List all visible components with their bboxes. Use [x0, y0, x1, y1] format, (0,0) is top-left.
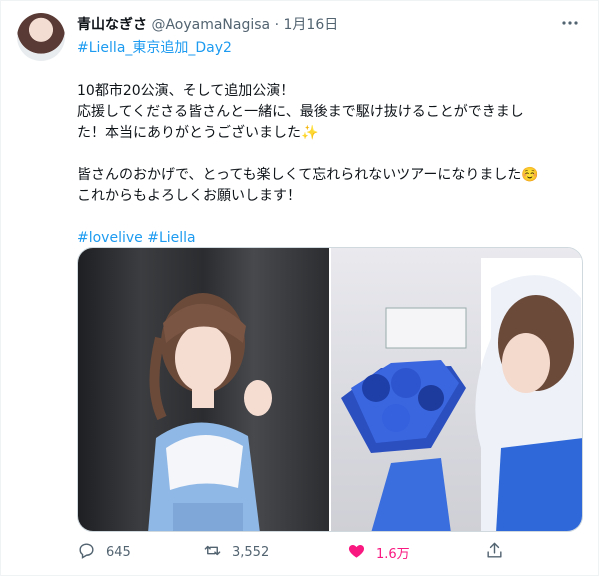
tweet-date[interactable]: 1月16日 — [284, 17, 339, 33]
avatar[interactable] — [17, 13, 65, 61]
share-button[interactable] — [485, 541, 504, 564]
tweet-line: 皆さんのおかげで、とっても楽しくて忘れられないツアーになりました☺️ — [77, 167, 539, 183]
retweet-icon[interactable] — [203, 541, 222, 564]
tweet-line: た！本当にありがとうございました✨ — [77, 125, 319, 141]
like-button[interactable]: 1.6万 — [347, 541, 410, 564]
photo-left[interactable] — [78, 248, 329, 531]
separator-dot: · — [274, 17, 280, 33]
retweet-button[interactable]: 3,552 — [203, 541, 269, 564]
tweet-line: 10都市20公演、そして追加公演！ — [77, 83, 295, 99]
reply-count: 645 — [106, 545, 131, 560]
media-grid — [77, 247, 583, 532]
more-icon[interactable] — [560, 13, 580, 33]
reply-button[interactable]: 645 — [77, 541, 131, 564]
tweet-header: 青山なぎさ @AoyamaNagisa · 1月16日 — [77, 14, 338, 34]
like-count: 1.6万 — [376, 547, 410, 562]
action-bar: 645 3,552 1.6万 — [77, 541, 577, 565]
hashtag-link-top[interactable]: #Liella_東京追加_Day2 — [77, 37, 232, 57]
hashtag-links[interactable]: #lovelive #Liella — [77, 228, 582, 249]
tweet-text: 10都市20公演、そして追加公演！ 応援してくださる皆さんと一緒に、最後まで駆け… — [77, 81, 582, 249]
reply-icon[interactable] — [77, 541, 96, 564]
tweet-card[interactable]: 青山なぎさ @AoyamaNagisa · 1月16日 #Liella_東京追加… — [0, 0, 599, 576]
like-icon[interactable] — [347, 541, 366, 564]
author-handle[interactable]: @AoyamaNagisa — [151, 17, 270, 33]
tweet-line: これからもよろしくお願いします！ — [77, 188, 301, 204]
retweet-count: 3,552 — [232, 545, 270, 560]
photo-right[interactable] — [331, 248, 582, 531]
author-name[interactable]: 青山なぎさ — [77, 17, 147, 33]
tweet-line: 応援してくださる皆さんと一緒に、最後まで駆け抜けることができまし — [77, 104, 524, 120]
share-icon[interactable] — [485, 541, 504, 564]
